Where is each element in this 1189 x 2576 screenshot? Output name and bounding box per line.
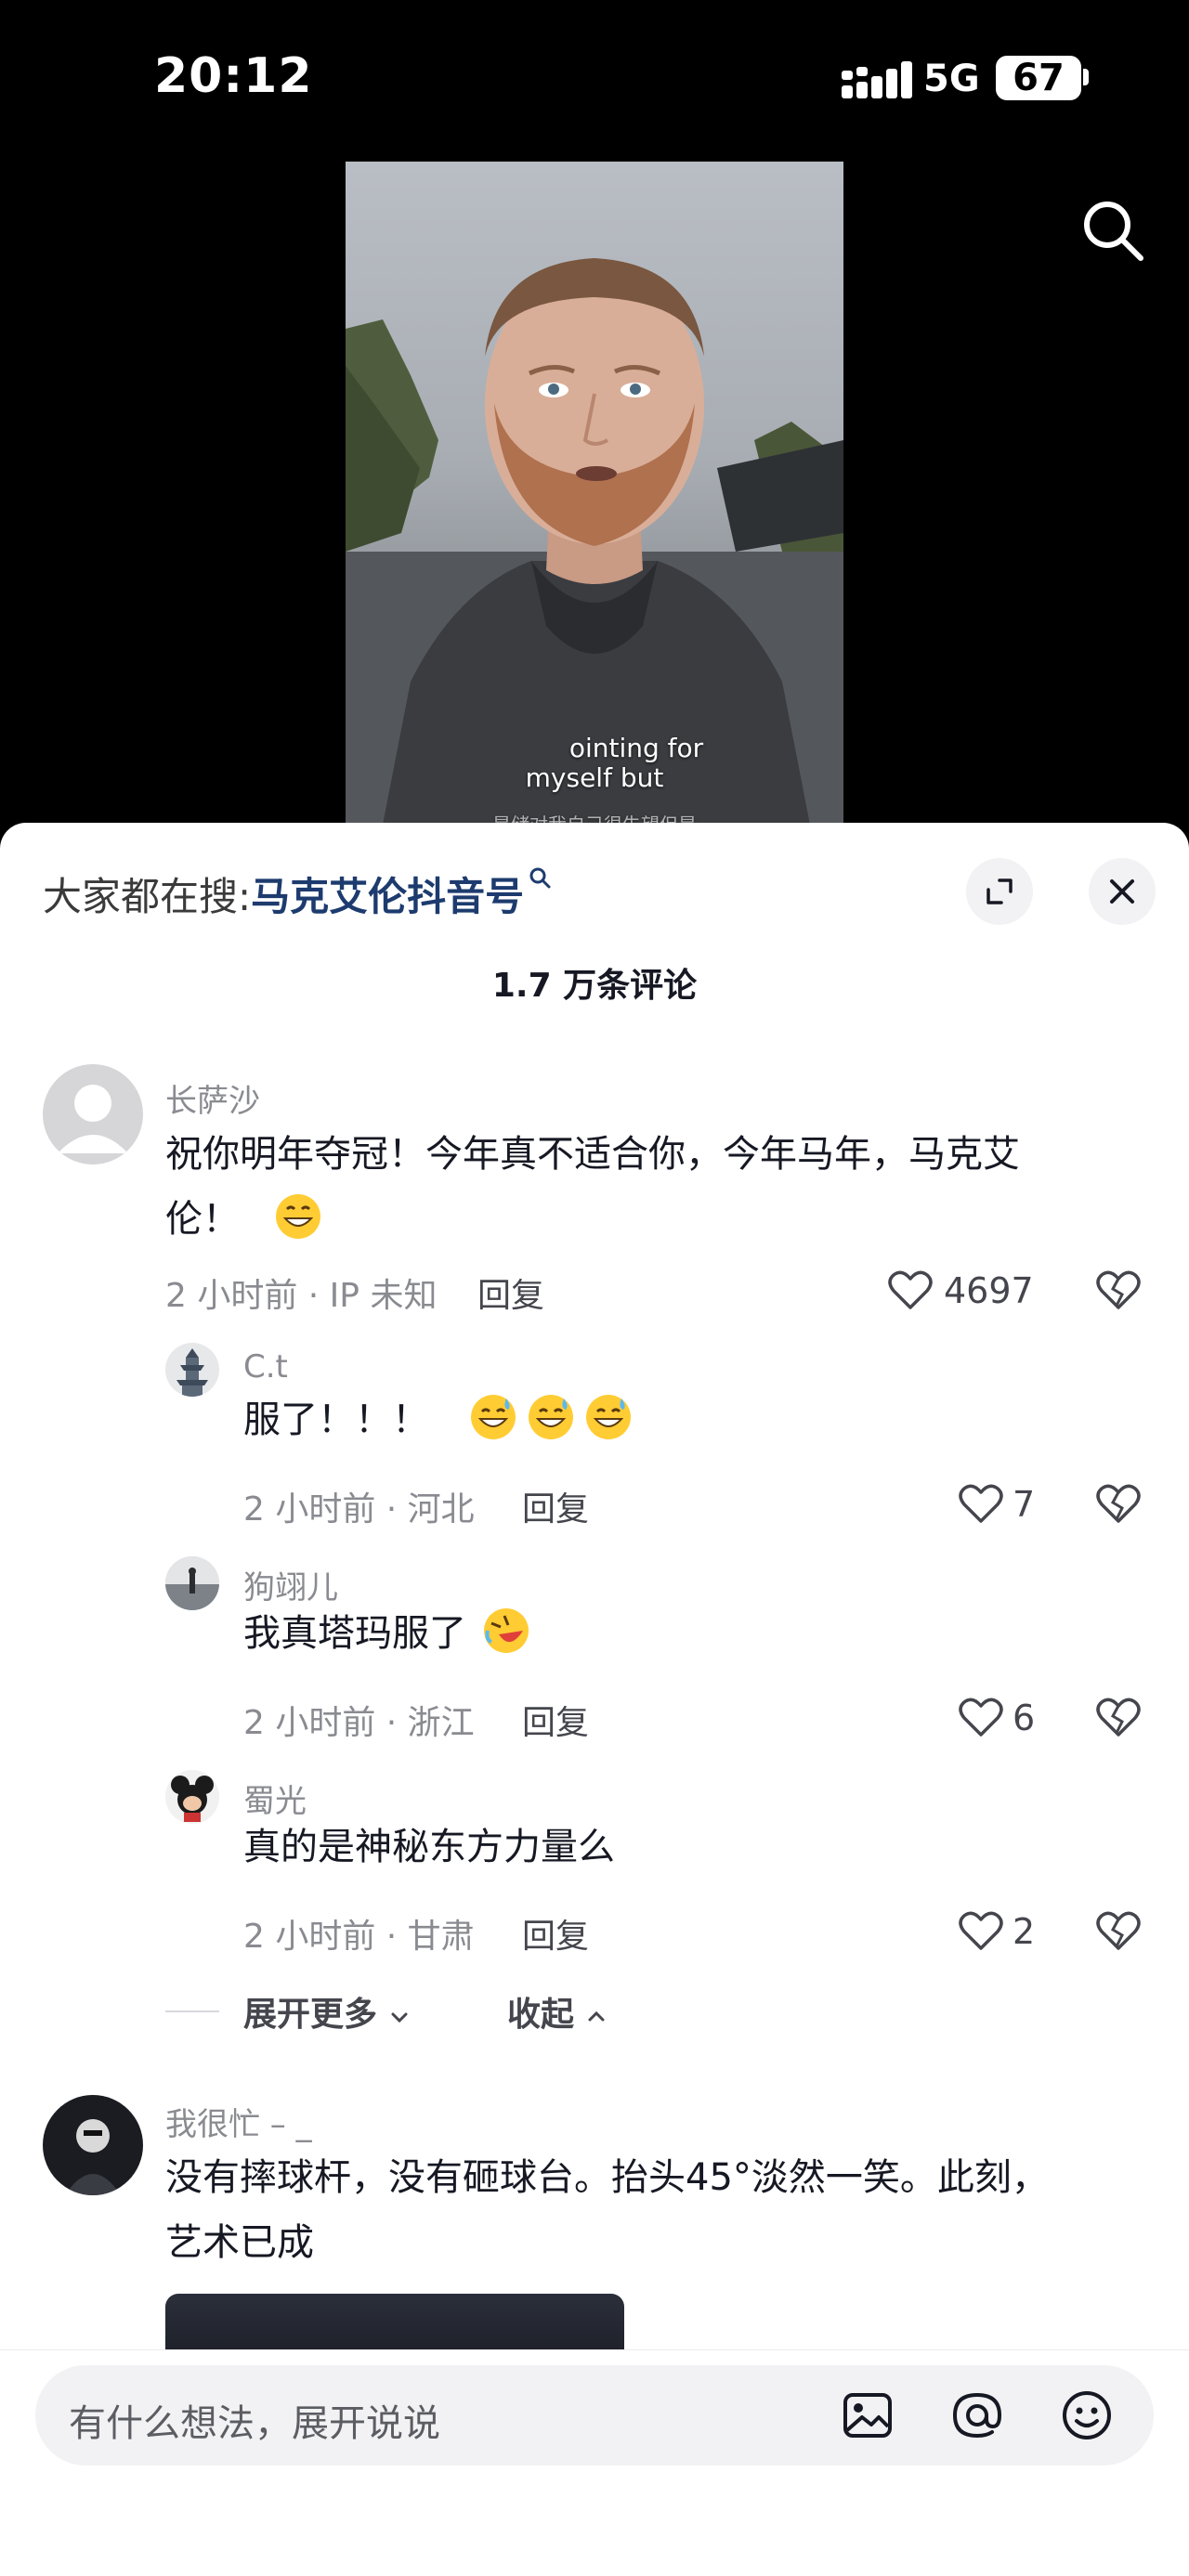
close-icon (1110, 879, 1134, 904)
broken-heart-icon[interactable] (1096, 1696, 1141, 1740)
sweat-smile-emoji-icon (470, 1395, 516, 1439)
reply-text-label: 我真塔玛服了 (243, 1612, 466, 1655)
video-player[interactable]: ointing for myself but 是储对我自己很失望但是 (346, 162, 843, 825)
signal-icon (842, 61, 912, 98)
like-count: 6 (1013, 1698, 1036, 1738)
expand-more-label: 展开更多 (243, 1996, 378, 2034)
comment-input-bar: 有什么想法，展开说说 (0, 2349, 1189, 2576)
heart-icon (959, 1911, 1003, 1950)
at-mention-icon[interactable] (949, 2387, 1005, 2443)
avatar[interactable] (165, 1770, 219, 1824)
reply-button[interactable]: 回复 (522, 1909, 589, 1958)
heart-icon (959, 1698, 1003, 1737)
reply-text: 真的是神秘东方力量么 (243, 1826, 615, 1868)
hot-search[interactable]: 大家都在搜:马克艾伦抖音号 (43, 865, 552, 922)
comment-author[interactable]: 长萨沙 (165, 1075, 260, 1121)
comment-sheet-header: 大家都在搜:马克艾伦抖音号 1.7 万条评论 (0, 823, 1189, 1055)
battery-icon: 67 (996, 56, 1081, 100)
reply-author[interactable]: C.t (243, 1348, 288, 1386)
comment-text-line-2: 伦！ (165, 1187, 1131, 1252)
reply-button[interactable]: 回复 (522, 1696, 589, 1744)
like-button[interactable]: 4697 (888, 1267, 1037, 1313)
comment-author[interactable]: 我很忙 – _ (165, 2099, 312, 2144)
like-count: 4697 (944, 1270, 1034, 1311)
battery-cap (1083, 69, 1089, 85)
search-small-icon (529, 867, 551, 889)
reply-button[interactable]: 回复 (522, 1482, 589, 1530)
sweat-smile-emoji-icon (585, 1395, 631, 1439)
heart-icon (959, 1484, 1003, 1523)
heart-icon (888, 1270, 933, 1309)
chevron-down-icon (391, 2012, 408, 2023)
collapse-button[interactable]: 收起 (507, 1987, 607, 2036)
hot-search-term[interactable]: 马克艾伦抖音号 (251, 874, 524, 919)
avatar[interactable] (43, 1064, 143, 1164)
avatar[interactable] (165, 1556, 219, 1610)
comment-text: 祝你明年夺冠！今年真不适合你，今年马年，马克艾 伦！ (165, 1122, 1131, 1252)
reply-text: 服了！！！ (243, 1387, 1079, 1452)
lake-avatar-image (165, 1556, 219, 1610)
pagoda-avatar-image (176, 1348, 208, 1397)
status-bar: 20:12 5G 67 (0, 0, 1189, 158)
video-caption: ointing for myself but 是储对我自己很失望但是 (346, 733, 843, 826)
comment-item: 长萨沙 祝你明年夺冠！今年真不适合你，今年马年，马克艾 伦！ (0, 1064, 1189, 1241)
like-count: 7 (1013, 1484, 1036, 1525)
chevron-up-icon (588, 2010, 605, 2022)
like-button[interactable]: 2 (959, 1907, 1052, 1954)
comment-count: 1.7 万条评论 (491, 967, 698, 1005)
comment-text: 没有摔球杆，没有砸球台。抬头45°淡然一笑。此刻， 艺术已成 (165, 2145, 1159, 2275)
grinning-face-emoji-icon (275, 1194, 320, 1239)
reply-text: 我真塔玛服了 (243, 1601, 1079, 1666)
default-avatar-icon (58, 1085, 128, 1153)
fullscreen-button[interactable] (966, 858, 1033, 925)
reply-meta: 2 小时前 · 浙江 (243, 1704, 475, 1742)
comment-input-placeholder: 有什么想法，展开说说 (69, 2402, 440, 2445)
reply-text-label: 服了！！！ (243, 1399, 429, 1441)
broken-heart-icon[interactable] (1096, 1909, 1141, 1954)
caption-line-1: myself but (525, 762, 664, 793)
divider (165, 2010, 219, 2012)
search-icon[interactable] (1076, 193, 1150, 267)
status-time: 20:12 (154, 48, 313, 104)
reply-meta: 2 小时前 · 甘肃 (243, 1918, 475, 1956)
network-type: 5G (923, 58, 980, 100)
comment-text-line-1: 祝你明年夺冠！今年真不适合你，今年马年，马克艾 (165, 1133, 1020, 1176)
like-count: 2 (1013, 1911, 1036, 1952)
cartoon-mouse-avatar-image (171, 1776, 214, 1822)
reply-button[interactable]: 回复 (477, 1268, 544, 1317)
comment-meta: 2 小时前 · IP 未知 (165, 1277, 438, 1315)
rolling-laughing-emoji-icon (483, 1608, 529, 1653)
sweat-smile-emoji-icon (528, 1395, 573, 1439)
comment-text-line-1: 没有摔球杆，没有砸球台。抬头45°淡然一笑。此刻， (165, 2156, 1049, 2199)
video-frame-image (346, 258, 843, 825)
battery-level: 67 (1013, 57, 1065, 99)
comment-sheet: 大家都在搜:马克艾伦抖音号 1.7 万条评论 长萨沙 祝你明年夺冠！今年真不适合… (0, 823, 1189, 2576)
comment-text-line-2: 艺术已成 (165, 2221, 314, 2264)
collapse-label: 收起 (507, 1996, 575, 2034)
emoji-icon[interactable] (1059, 2387, 1115, 2443)
hot-search-label: 大家都在搜: (43, 874, 252, 919)
close-button[interactable] (1089, 858, 1156, 925)
caption-fragment: ointing for (568, 733, 704, 763)
like-button[interactable]: 6 (959, 1694, 1052, 1740)
broken-heart-icon[interactable] (1096, 1482, 1141, 1527)
expand-more-button[interactable]: 展开更多 (243, 1987, 410, 2036)
reply-meta: 2 小时前 · 河北 (243, 1490, 475, 1529)
comment-input[interactable]: 有什么想法，展开说说 (35, 2365, 1154, 2465)
avatar[interactable] (165, 1343, 219, 1397)
image-icon[interactable] (840, 2387, 895, 2443)
comment-text-line-2-label: 伦！ (165, 1198, 240, 1241)
dark-portrait-avatar-image (65, 2119, 121, 2195)
expand-icon (986, 878, 1013, 904)
broken-heart-icon[interactable] (1096, 1268, 1141, 1313)
like-button[interactable]: 7 (959, 1480, 1052, 1527)
avatar[interactable] (43, 2095, 143, 2195)
